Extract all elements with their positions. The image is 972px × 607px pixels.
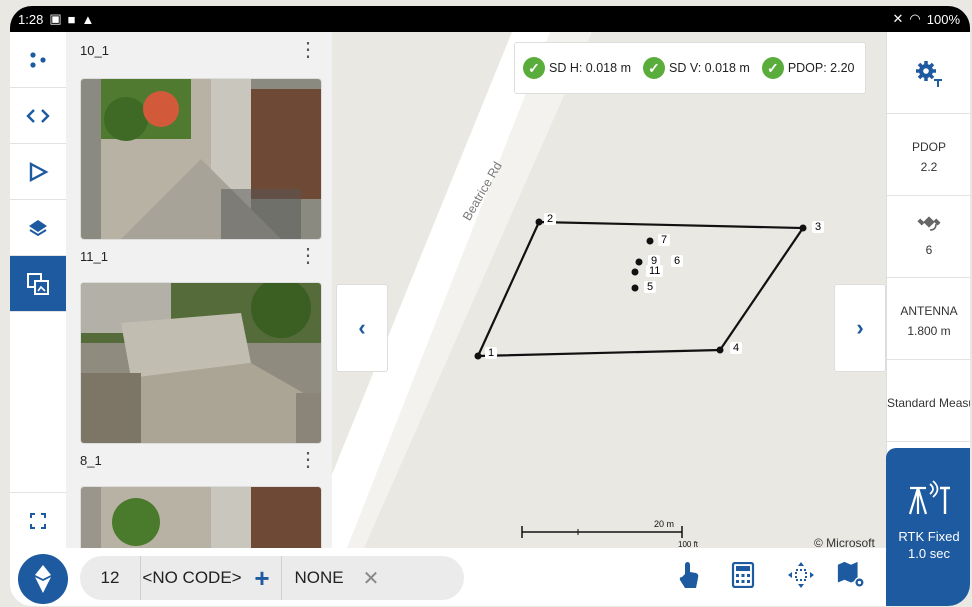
more-vert-icon[interactable]: ⋮ [298, 447, 318, 472]
camera-icon: ■ [67, 11, 76, 27]
code-pill: 12 <NO CODE> + NONE ✕ [80, 556, 464, 600]
chevron-right-icon: › [856, 315, 864, 340]
code-icon[interactable] [10, 88, 66, 144]
chevron-left-icon: ‹ [358, 315, 366, 340]
status-time: 1:28 [18, 11, 44, 27]
dots-icon[interactable] [10, 32, 66, 88]
measure-method: Standard Measur [887, 396, 970, 410]
point-number[interactable]: 12 [80, 568, 140, 588]
bottom-toolbar: 12 <NO CODE> + NONE ✕ [10, 548, 886, 606]
position-quality-bar: ✓ SD H: 0.018 m ✓ SD V: 0.018 m ✓ PDOP: … [514, 42, 866, 94]
pdop-cell[interactable]: PDOP 2.2 [887, 114, 970, 196]
antenna-cell[interactable]: ANTENNA 1.800 m [887, 278, 970, 360]
warning-icon: ▲ [81, 11, 95, 27]
touch-icon [679, 562, 699, 588]
map-settings-icon [837, 561, 865, 588]
point-label: 2 [544, 213, 557, 225]
zoom-extents-button[interactable] [786, 560, 816, 590]
app-frame: 1:28 ▣ ■ ▲ ✕ ◠ 100% 10_1 ⋮ 11_1 ⋮ 8_1 ⋮ … [10, 6, 970, 606]
point-label: 6 [671, 255, 684, 267]
fullscreen-icon[interactable] [10, 492, 66, 548]
pdop-label: PDOP: 2.20 [787, 61, 855, 75]
photo-header: 8_1 ⋮ [66, 442, 332, 478]
screenshot-icon: ▣ [49, 11, 62, 26]
sd-horizontal: ✓ SD H: 0.018 m [523, 57, 631, 79]
battery-level: 100% [926, 11, 960, 27]
settings-button[interactable] [887, 32, 970, 114]
antenna-title: ANTENNA [900, 304, 958, 318]
point-label: 11 [646, 265, 664, 277]
check-circle-icon: ✓ [642, 57, 665, 79]
point-label: 7 [658, 234, 671, 246]
photo-header: 10_1 ⋮ [66, 32, 332, 68]
mute-icon: ✕ [892, 11, 904, 26]
rtk-antenna-icon [908, 480, 950, 515]
satellites-cell[interactable]: 6 [887, 196, 970, 278]
code-field[interactable]: <NO CODE> [141, 568, 243, 588]
survey-pole-icon [35, 565, 51, 593]
point-label: 3 [812, 221, 825, 233]
pdop-status: ✓ PDOP: 2.20 [761, 57, 855, 79]
measure-method-cell[interactable]: Standard Measur [887, 360, 970, 442]
left-nav-rail [10, 32, 67, 548]
photo-label: 11_1 [80, 249, 108, 264]
sd-vertical: ✓ SD V: 0.018 m [642, 57, 750, 79]
photo-thumbnail[interactable] [80, 282, 322, 444]
pdop-value: 2.2 [920, 160, 938, 174]
clear-button[interactable]: ✕ [356, 566, 386, 591]
more-vert-icon[interactable]: ⋮ [298, 243, 318, 268]
map-attribution: © Microsoft [814, 536, 875, 548]
photo-header: 11_1 ⋮ [66, 238, 332, 274]
photo-label: 8_1 [80, 453, 102, 468]
photo-label: 10_1 [80, 43, 109, 58]
next-button[interactable]: › [834, 284, 886, 372]
rtk-interval: 1.0 sec [908, 546, 950, 561]
antenna-height: 1.800 m [907, 324, 951, 338]
zoom-extents-icon [788, 562, 814, 588]
point-label: 5 [644, 281, 657, 293]
sd-h-label: SD H: 0.018 m [549, 61, 631, 75]
gear-icon [916, 60, 942, 87]
scale-label-ft: 100 ft [678, 540, 699, 548]
touch-tool-button[interactable] [674, 560, 704, 590]
more-vert-icon[interactable]: ⋮ [298, 37, 318, 62]
satellite-count: 6 [925, 243, 933, 257]
layers-icon[interactable] [10, 200, 66, 256]
add-code-button[interactable]: + [243, 563, 281, 594]
media-icon[interactable] [10, 256, 66, 312]
sd-v-label: SD V: 0.018 m [668, 61, 750, 75]
satellite-icon [917, 216, 941, 231]
point-label: 1 [485, 347, 498, 359]
check-circle-icon: ✓ [523, 57, 545, 79]
wifi-icon: ◠ [909, 11, 921, 26]
photo-thumbnail[interactable] [80, 486, 322, 548]
calculator-button[interactable] [728, 560, 758, 590]
calculator-icon [731, 562, 755, 588]
prev-button[interactable]: ‹ [336, 284, 388, 372]
status-bar: 1:28 ▣ ■ ▲ ✕ ◠ 100% [10, 6, 970, 32]
photo-panel: 10_1 ⋮ 11_1 ⋮ 8_1 ⋮ [66, 32, 332, 548]
rtk-status-button[interactable]: RTK Fixed 1.0 sec [886, 448, 970, 606]
rtk-status: RTK Fixed [898, 529, 960, 544]
scale-label: 20 m [654, 519, 675, 529]
point-label: 4 [730, 342, 743, 354]
check-circle-icon: ✓ [761, 57, 784, 79]
photo-thumbnail[interactable] [80, 78, 322, 240]
layer-field[interactable]: NONE [282, 568, 356, 588]
route-icon[interactable] [10, 144, 66, 200]
pdop-title: PDOP [911, 140, 946, 154]
measure-button[interactable] [18, 554, 68, 604]
map-settings-button[interactable] [836, 560, 866, 590]
map-view[interactable]: Beatrice Rd 1 2 3 4 5 6 7 9 11 20 m 100 … [332, 32, 886, 548]
